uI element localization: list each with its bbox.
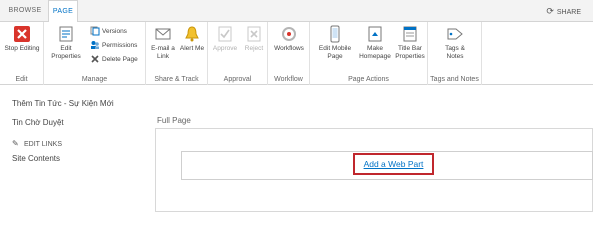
add-web-part-link[interactable]: Add a Web Part [353, 153, 434, 175]
permissions-button[interactable]: Permissions [90, 40, 137, 51]
share-icon: ⟳ [546, 6, 554, 16]
ribbon-group-share-track: E-mail a Link Alert Me Share & Track [146, 22, 208, 85]
group-label-share-track: Share & Track [154, 76, 199, 83]
versions-button[interactable]: Versions [90, 26, 127, 37]
title-bar-icon [403, 26, 417, 42]
ribbon-group-page-actions: Edit Mobile Page Make Homepage Title Bar… [310, 22, 428, 85]
make-homepage-button[interactable]: Make Homepage [357, 25, 393, 61]
approve-icon [218, 26, 232, 42]
ribbon: Stop Editing Edit Edit Properties Versio… [0, 22, 593, 85]
title-bar-properties-button[interactable]: Title Bar Properties [393, 25, 427, 61]
ribbon-group-approval: Approve Reject Approval [208, 22, 268, 85]
versions-icon [90, 26, 100, 36]
nav-item-site-contents[interactable]: Site Contents [12, 153, 152, 164]
permissions-icon [91, 41, 99, 50]
edit-mobile-page-button[interactable]: Edit Mobile Page [313, 25, 357, 61]
delete-icon [91, 55, 99, 63]
reject-button[interactable]: Reject [241, 25, 267, 53]
tab-browse[interactable]: BROWSE [6, 0, 44, 22]
share-button[interactable]: ⟳ SHARE [546, 0, 581, 22]
mobile-page-icon [330, 25, 340, 43]
ribbon-group-workflow: Workflows Workflow [268, 22, 310, 85]
stop-editing-icon [14, 26, 30, 42]
zone-label: Full Page [157, 116, 191, 125]
edit-properties-button[interactable]: Edit Properties [48, 25, 84, 61]
workflows-button[interactable]: Workflows [270, 25, 308, 53]
group-label-manage: Manage [81, 76, 108, 83]
tags-notes-button[interactable]: Tags & Notes [438, 25, 472, 61]
group-label-page-actions: Page Actions [348, 76, 389, 83]
reject-icon [247, 26, 261, 42]
workflow-icon [282, 27, 296, 41]
group-label-tags-notes: Tags and Notes [430, 76, 479, 83]
quick-launch: Thêm Tin Tức - Sự Kiện Mới Tin Chờ Duyệt… [12, 98, 152, 172]
group-label-workflow: Workflow [274, 76, 303, 83]
pencil-icon: ✎ [12, 139, 19, 148]
email-icon [155, 28, 171, 40]
nav-item-news[interactable]: Thêm Tin Tức - Sự Kiện Mới [12, 98, 152, 109]
nav-item-pending[interactable]: Tin Chờ Duyệt [12, 117, 152, 128]
group-label-edit: Edit [15, 76, 28, 83]
bell-icon [185, 26, 199, 42]
tab-page[interactable]: PAGE [48, 0, 78, 23]
ribbon-tab-bar: BROWSE PAGE ⟳ SHARE [0, 0, 593, 23]
tags-icon [447, 28, 463, 40]
alert-me-button[interactable]: Alert Me [179, 25, 205, 53]
edit-properties-icon [59, 26, 73, 42]
approve-button[interactable]: Approve [211, 25, 239, 53]
email-link-button[interactable]: E-mail a Link [149, 25, 177, 61]
ribbon-group-manage: Edit Properties Versions Permissions Del… [44, 22, 146, 85]
ribbon-group-edit: Stop Editing Edit [0, 22, 44, 85]
ribbon-group-tags-notes: Tags & Notes Tags and Notes [428, 22, 482, 85]
stop-editing-button[interactable]: Stop Editing [2, 25, 42, 53]
delete-page-button[interactable]: Delete Page [90, 54, 138, 65]
group-label-approval: Approval [223, 76, 252, 83]
homepage-icon [368, 26, 382, 42]
edit-links-button[interactable]: ✎ EDIT LINKS [12, 138, 152, 149]
